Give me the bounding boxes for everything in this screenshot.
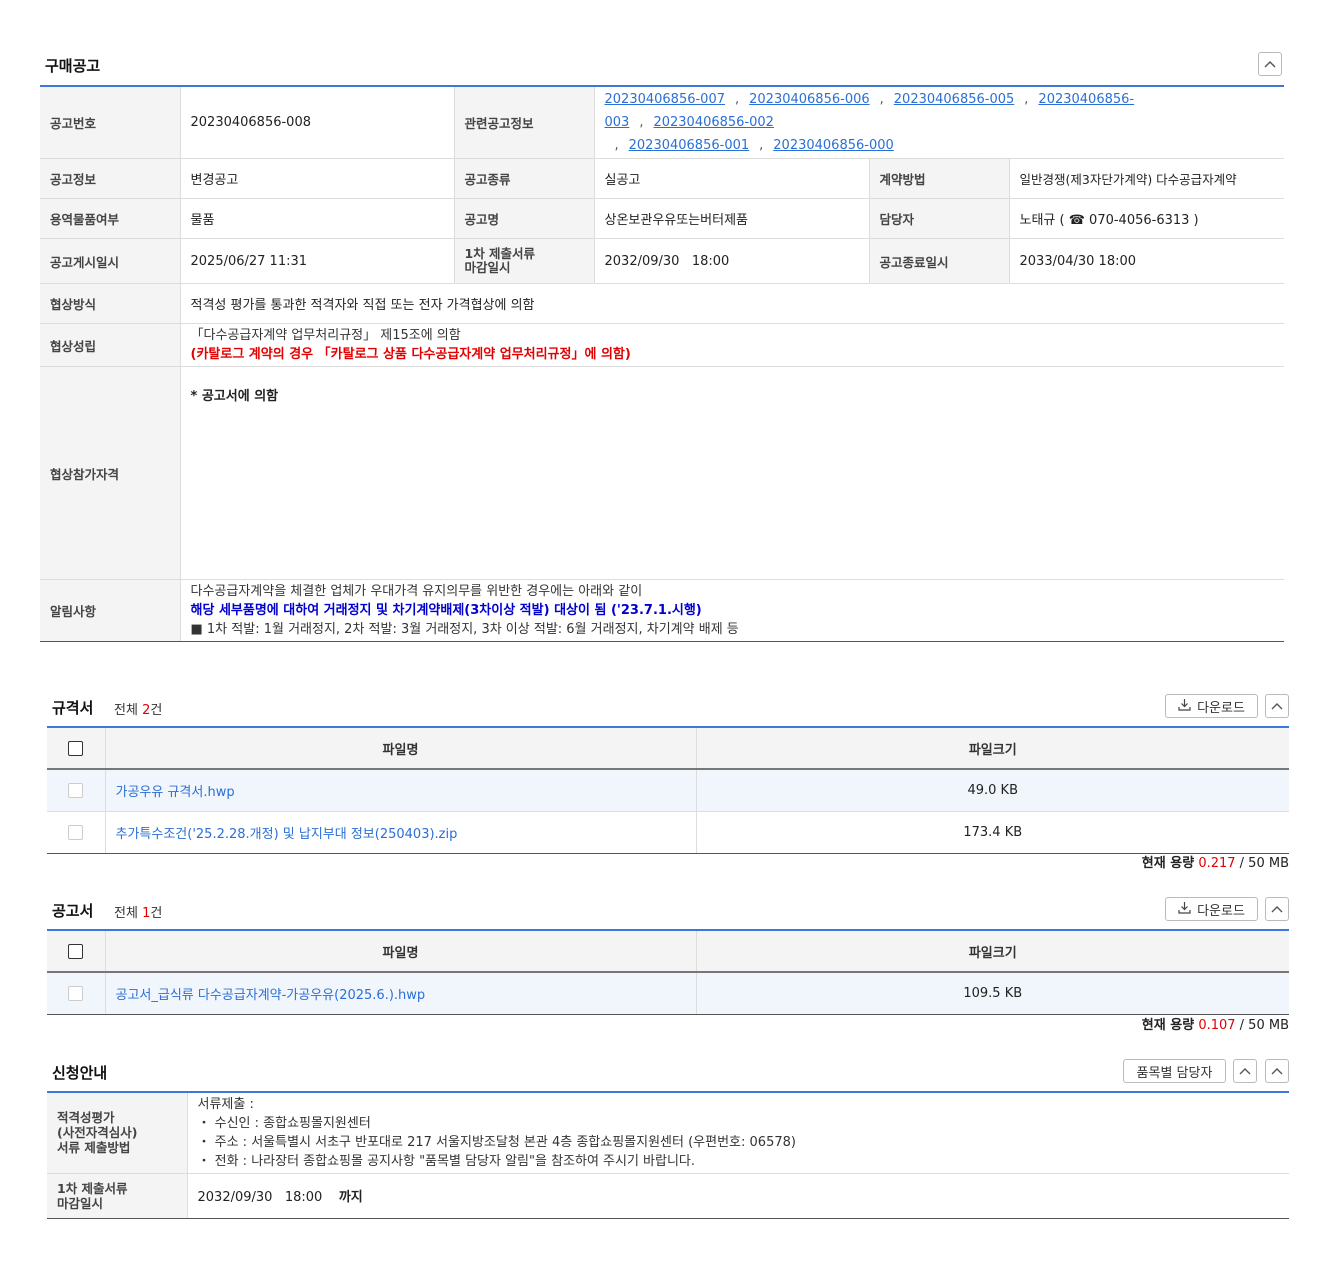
end-label: 공고종료일시: [868, 238, 1009, 284]
posted-label: 공고게시일시: [40, 238, 180, 284]
notice-no-label: 공고번호: [40, 87, 180, 159]
nego-value: 적격성 평가를 통과한 적격자와 직접 또는 전자 가격협상에 의함: [179, 283, 1285, 324]
col-filename: 파일명: [104, 728, 696, 770]
type-label: 용역물품여부: [40, 198, 180, 239]
file-link[interactable]: 추가특수조건('25.2.28.개정) 및 납지부대 정보(250403).zi…: [104, 811, 696, 854]
file-size: 173.4 KB: [695, 811, 1289, 854]
apply-collapse-button[interactable]: [1265, 1059, 1289, 1083]
doc-file-table: 파일명 파일크기 공고서_급식류 다수공급자계약-가공우유(2025.6.).h…: [47, 931, 1289, 1015]
nego-est-value: 「다수공급자계약 업무처리규정」 제15조에 의함 (카탈로그 계약의 경우 「…: [179, 323, 1285, 367]
deadline1-value: 2032/09/30 18:00: [593, 238, 869, 284]
spec-collapse-button[interactable]: [1265, 694, 1289, 718]
table-row: 가공우유 규격서.hwp 49.0 KB: [47, 769, 1289, 812]
file-link[interactable]: 가공우유 규격서.hwp: [104, 769, 696, 812]
table-row: 공고서_급식류 다수공급자계약-가공우유(2025.6.).hwp 109.5 …: [47, 972, 1289, 1015]
select-all-cell: [47, 728, 105, 770]
col-filename: 파일명: [104, 931, 696, 973]
method-label: 계약방법: [868, 158, 1009, 199]
chevron-up-icon: [1271, 1064, 1283, 1079]
item-manager-button[interactable]: 품목별 담당자: [1123, 1059, 1226, 1083]
info-label: 공고정보: [40, 158, 180, 199]
name-label: 공고명: [453, 198, 594, 239]
apply-section-title: 신청안내: [52, 1064, 108, 1082]
apply-expand-button[interactable]: [1233, 1059, 1257, 1083]
file-size: 49.0 KB: [695, 769, 1289, 812]
spec-count: 전체 2건: [114, 703, 163, 718]
alert-label: 알림사항: [40, 579, 180, 642]
select-all-checkbox[interactable]: [68, 943, 84, 959]
apply-info-table: 적격성평가 (사전자격심사) 서류 제출방법 서류제출 : ・ 수신인 : 종합쇼핑…: [47, 1093, 1289, 1219]
file-link[interactable]: 공고서_급식류 다수공급자계약-가공우유(2025.6.).hwp: [104, 972, 696, 1015]
select-all-checkbox[interactable]: [68, 740, 84, 756]
end-value: 2033/04/30 18:00: [1008, 238, 1285, 284]
doc-collapse-button[interactable]: [1265, 897, 1289, 921]
deadline1-label: 1차 제출서류 마감일시: [453, 238, 594, 284]
manager-label: 담당자: [868, 198, 1009, 239]
nego-est-label: 협상성립: [40, 323, 180, 367]
spec-download-button[interactable]: 다운로드: [1165, 694, 1258, 718]
col-filesize: 파일크기: [695, 931, 1289, 973]
col-filesize: 파일크기: [695, 728, 1289, 770]
method-value: 일반경쟁(제3자단가계약) 다수공급자계약: [1008, 158, 1285, 199]
table-row: 추가특수조건('25.2.28.개정) 및 납지부대 정보(250403).zi…: [47, 811, 1289, 854]
related-link[interactable]: 20230406856-002: [653, 115, 774, 130]
chevron-up-icon: [1271, 902, 1283, 917]
related-label: 관련공고정보: [453, 87, 594, 159]
doc-usage: 현재 용량 0.107 / 50 MB: [1141, 1018, 1289, 1033]
chevron-up-icon: [1264, 57, 1276, 72]
qual-value: * 공고서에 의함: [179, 366, 1285, 580]
kind-value: 실공고: [593, 158, 869, 199]
manager-value: 노태규 ( ☎ 070-4056-6313 ): [1008, 198, 1285, 239]
notice-collapse-button[interactable]: [1258, 52, 1282, 76]
related-link[interactable]: 20230406856-001: [629, 138, 750, 153]
name-value: 상온보관우유또는버터제품: [593, 198, 869, 239]
notice-info-table: 공고번호 20230406856-008 관련공고정보 20230406856-…: [40, 87, 1285, 642]
row-checkbox[interactable]: [68, 986, 84, 1001]
info-value: 변경공고: [179, 158, 454, 199]
apply-deadline-label: 1차 제출서류 마감일시: [47, 1173, 187, 1219]
related-link[interactable]: 20230406856-006: [749, 92, 870, 107]
download-icon: [1178, 698, 1191, 715]
chevron-up-icon: [1239, 1064, 1251, 1079]
submit-method-value: 서류제출 : ・ 수신인 : 종합쇼핑몰지원센터 ・ 주소 : 서울특별시 서초…: [186, 1093, 1289, 1174]
doc-download-button[interactable]: 다운로드: [1165, 897, 1258, 921]
nego-label: 협상방식: [40, 283, 180, 324]
apply-deadline-value: 2032/09/30 18:00 까지: [186, 1173, 1289, 1219]
spec-usage: 현재 용량 0.217 / 50 MB: [1141, 856, 1289, 871]
related-link[interactable]: 20230406856-007: [605, 92, 726, 107]
submit-method-label: 적격성평가 (사전자격심사) 서류 제출방법: [47, 1093, 187, 1174]
file-size: 109.5 KB: [695, 972, 1289, 1015]
notice-section-title: 구매공고: [45, 57, 101, 75]
qual-label: 협상참가자격: [40, 366, 180, 580]
row-checkbox[interactable]: [68, 825, 84, 840]
spec-file-table: 파일명 파일크기 가공우유 규격서.hwp 49.0 KB 추가특수조건('25…: [47, 728, 1289, 854]
related-links: 20230406856-007, 20230406856-006, 20230406…: [593, 87, 1285, 159]
download-icon: [1178, 901, 1191, 918]
notice-no: 20230406856-008: [179, 87, 454, 159]
type-value: 물품: [179, 198, 454, 239]
alert-value: 다수공급자계약을 체결한 업체가 우대가격 유지의무를 위반한 경우에는 아래와…: [179, 579, 1285, 642]
row-checkbox[interactable]: [68, 783, 84, 798]
related-link[interactable]: 20230406856-005: [894, 92, 1015, 107]
spec-section-title: 규격서: [52, 699, 94, 717]
select-all-cell: [47, 931, 105, 973]
chevron-up-icon: [1271, 699, 1283, 714]
related-link[interactable]: 20230406856-000: [773, 138, 894, 153]
doc-section-title: 공고서: [52, 902, 94, 920]
posted-value: 2025/06/27 11:31: [179, 238, 454, 284]
kind-label: 공고종류: [453, 158, 594, 199]
doc-count: 전체 1건: [114, 906, 163, 921]
